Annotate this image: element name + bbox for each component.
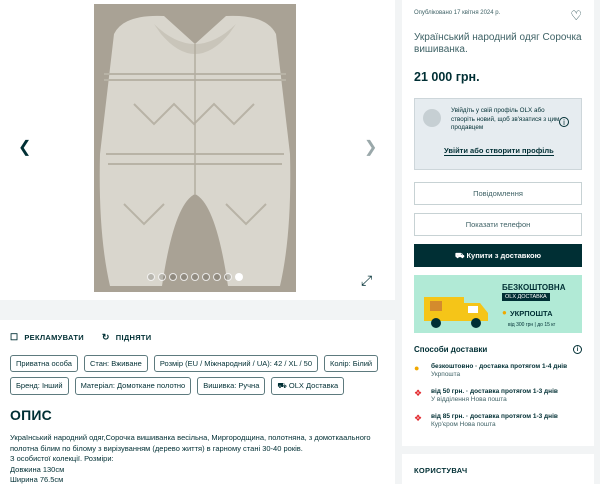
promo-carrier: УКРПОШТА: [510, 309, 553, 318]
promo-olx-delivery-badge: OLX ДОСТАВКА: [502, 293, 550, 301]
heart-icon[interactable]: ♡: [570, 8, 582, 24]
listing-sidebar: Опубліковано 17 квітня 2024 р. ♡ Українс…: [402, 0, 594, 446]
login-prompt-text: Увійдіть у свій профіль OLX або створіть…: [451, 107, 560, 131]
delivery-truck-illustration: [424, 297, 488, 328]
ukrposhta-pin-icon: ●: [414, 363, 420, 373]
tag-size: Розмір (EU / Міжнародний / UA): 42 / XL …: [153, 355, 318, 372]
nova-poshta-icon: ❖: [414, 413, 423, 423]
bump-button[interactable]: ↻ ПІДНЯТИ: [102, 332, 152, 343]
info-icon[interactable]: i: [559, 117, 569, 127]
delivery-methods-heading: Способи доставки i: [414, 345, 582, 354]
avatar-icon: [423, 109, 441, 127]
tag-material: Матеріал: Домоткане полотно: [74, 377, 192, 395]
nova-poshta-icon: ❖: [414, 388, 423, 398]
photo-dot-active[interactable]: [235, 273, 243, 281]
attribute-tags: Приватна особа Стан: Вживане Розмір (EU …: [10, 355, 385, 395]
buy-with-delivery-button[interactable]: ⛟ Купити з доставкою: [414, 244, 582, 267]
user-section: КОРИСТУВАЧ: [402, 454, 594, 484]
photo-dot[interactable]: [213, 273, 221, 281]
photo-dot[interactable]: [158, 273, 166, 281]
photo-dot[interactable]: [169, 273, 177, 281]
description-title: ОПИС: [10, 407, 52, 423]
photo-gallery: ❮ ❯ ⤢: [0, 0, 395, 300]
tag-condition: Стан: Вживане: [83, 355, 148, 372]
promo-limits: від 300 грн | до 15 кг: [508, 322, 556, 328]
prev-photo-icon[interactable]: ❮: [18, 137, 31, 157]
description-text: Український народний одяг,Сорочка вишива…: [10, 433, 371, 484]
bookmark-icon: ☐: [10, 332, 19, 342]
photo-dot[interactable]: [147, 273, 155, 281]
delivery-promo-banner: БЕЗКОШТОВНА OLX ДОСТАВКА ● УКРПОШТА від …: [414, 275, 582, 333]
tag-seller-type: Приватна особа: [10, 355, 78, 372]
show-phone-button[interactable]: Показати телефон: [414, 213, 582, 236]
promo-free-label: БЕЗКОШТОВНА: [502, 283, 566, 292]
publish-date: Опубліковано 17 квітня 2024 р.: [414, 10, 501, 16]
promote-button[interactable]: ☐ РЕКЛАМУВАТИ: [10, 332, 84, 343]
next-photo-icon[interactable]: ❯: [364, 137, 377, 157]
listing-title: Український народний одяг Сорочка вишива…: [414, 32, 582, 55]
tag-brand: Бренд: Інший: [10, 377, 69, 395]
owner-actions: ☐ РЕКЛАМУВАТИ ↻ ПІДНЯТИ: [10, 332, 385, 343]
login-link[interactable]: Увійти або створити профіль: [444, 146, 554, 156]
tag-olx-delivery: ⛟ OLX Доставка: [271, 377, 345, 395]
listing-details: ☐ РЕКЛАМУВАТИ ↻ ПІДНЯТИ Приватна особа Ста…: [0, 320, 395, 484]
delivery-option: ❖ від 50 грн. · доставка протягом 1-3 дн…: [414, 388, 558, 403]
delivery-option: ❖ від 85 грн. · доставка протягом 1-3 дн…: [414, 413, 558, 428]
photo-dot[interactable]: [202, 273, 210, 281]
message-button[interactable]: Повідомлення: [414, 182, 582, 205]
tag-embroidery: Вишивка: Ручна: [197, 377, 266, 395]
photo-dot[interactable]: [180, 273, 188, 281]
pin-icon: ●: [502, 308, 507, 317]
listing-price: 21 000 грн.: [414, 70, 480, 84]
listing-photo[interactable]: [94, 4, 296, 292]
refresh-icon: ↻: [101, 332, 110, 342]
user-heading: КОРИСТУВАЧ: [414, 466, 468, 475]
photo-dots: [147, 273, 243, 281]
fullscreen-icon[interactable]: ⤢: [361, 272, 372, 289]
truck-icon: ⛟: [454, 251, 467, 260]
photo-dot[interactable]: [191, 273, 199, 281]
login-prompt: Увійдіть у свій профіль OLX або створіть…: [414, 98, 582, 170]
photo-dot[interactable]: [224, 273, 232, 281]
tag-color: Колір: Білий: [324, 355, 379, 372]
truck-icon: ⛟: [277, 381, 289, 390]
info-icon[interactable]: i: [573, 345, 582, 354]
delivery-option: ● безкоштовно · доставка протягом 1-4 дн…: [414, 363, 568, 378]
